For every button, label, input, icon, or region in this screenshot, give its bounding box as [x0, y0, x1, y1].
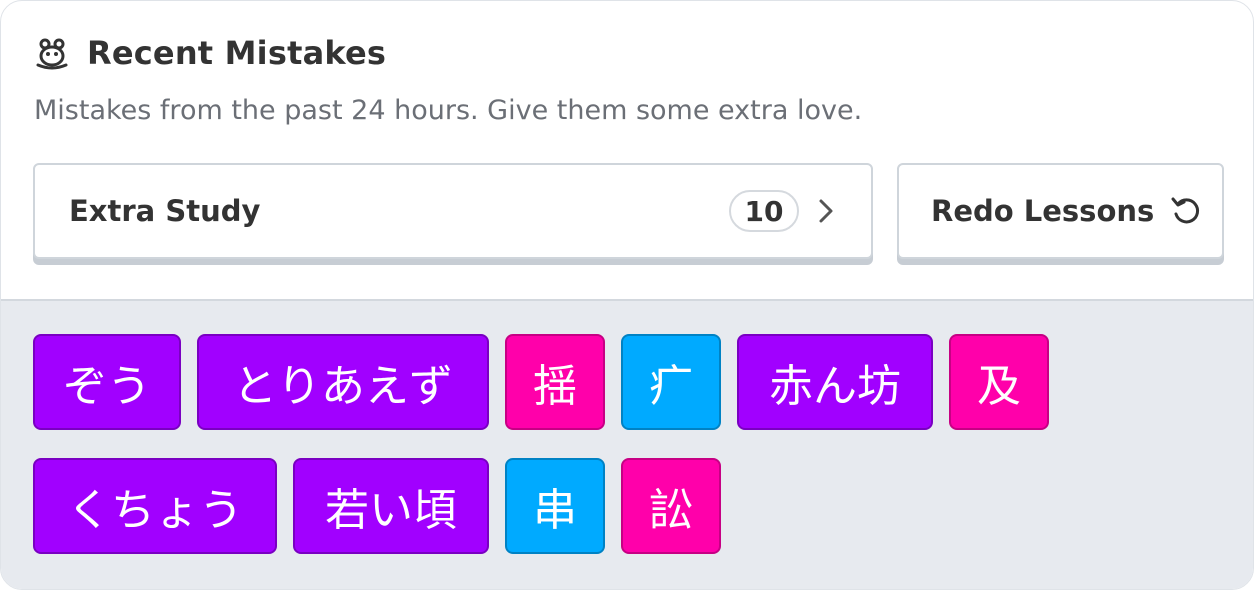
mistake-item-vocabulary[interactable]: とりあえず: [197, 334, 489, 430]
crabigator-icon: [33, 34, 71, 72]
mistake-item-kanji[interactable]: 揺: [505, 334, 605, 430]
mistake-item-kanji[interactable]: 及: [949, 334, 1049, 430]
undo-icon: [1170, 194, 1202, 228]
mistakes-list: ぞう とりあえず 揺 疒 赤ん坊 及 くちょう 若い頃 串 訟: [1, 299, 1253, 589]
card-subtitle: Mistakes from the past 24 hours. Give th…: [34, 95, 863, 126]
mistake-item-vocabulary[interactable]: 赤ん坊: [737, 334, 933, 430]
mistake-item-vocabulary[interactable]: 若い頃: [293, 458, 489, 554]
card-header: Recent Mistakes: [33, 31, 386, 75]
chevron-right-icon: [815, 196, 837, 226]
mistake-count-badge: 10: [729, 190, 799, 232]
redo-lessons-label: Redo Lessons: [931, 194, 1155, 228]
mistake-item-radical[interactable]: 疒: [621, 334, 721, 430]
extra-study-button[interactable]: Extra Study 10: [33, 163, 873, 259]
mistake-item-vocabulary[interactable]: ぞう: [33, 334, 181, 430]
mistake-item-radical[interactable]: 串: [505, 458, 605, 554]
redo-lessons-button[interactable]: Redo Lessons: [897, 163, 1224, 259]
extra-study-label: Extra Study: [69, 194, 261, 228]
mistake-item-vocabulary[interactable]: くちょう: [33, 458, 277, 554]
recent-mistakes-card: Recent Mistakes Mistakes from the past 2…: [0, 0, 1254, 590]
card-title: Recent Mistakes: [87, 34, 387, 72]
mistake-item-kanji[interactable]: 訟: [621, 458, 721, 554]
